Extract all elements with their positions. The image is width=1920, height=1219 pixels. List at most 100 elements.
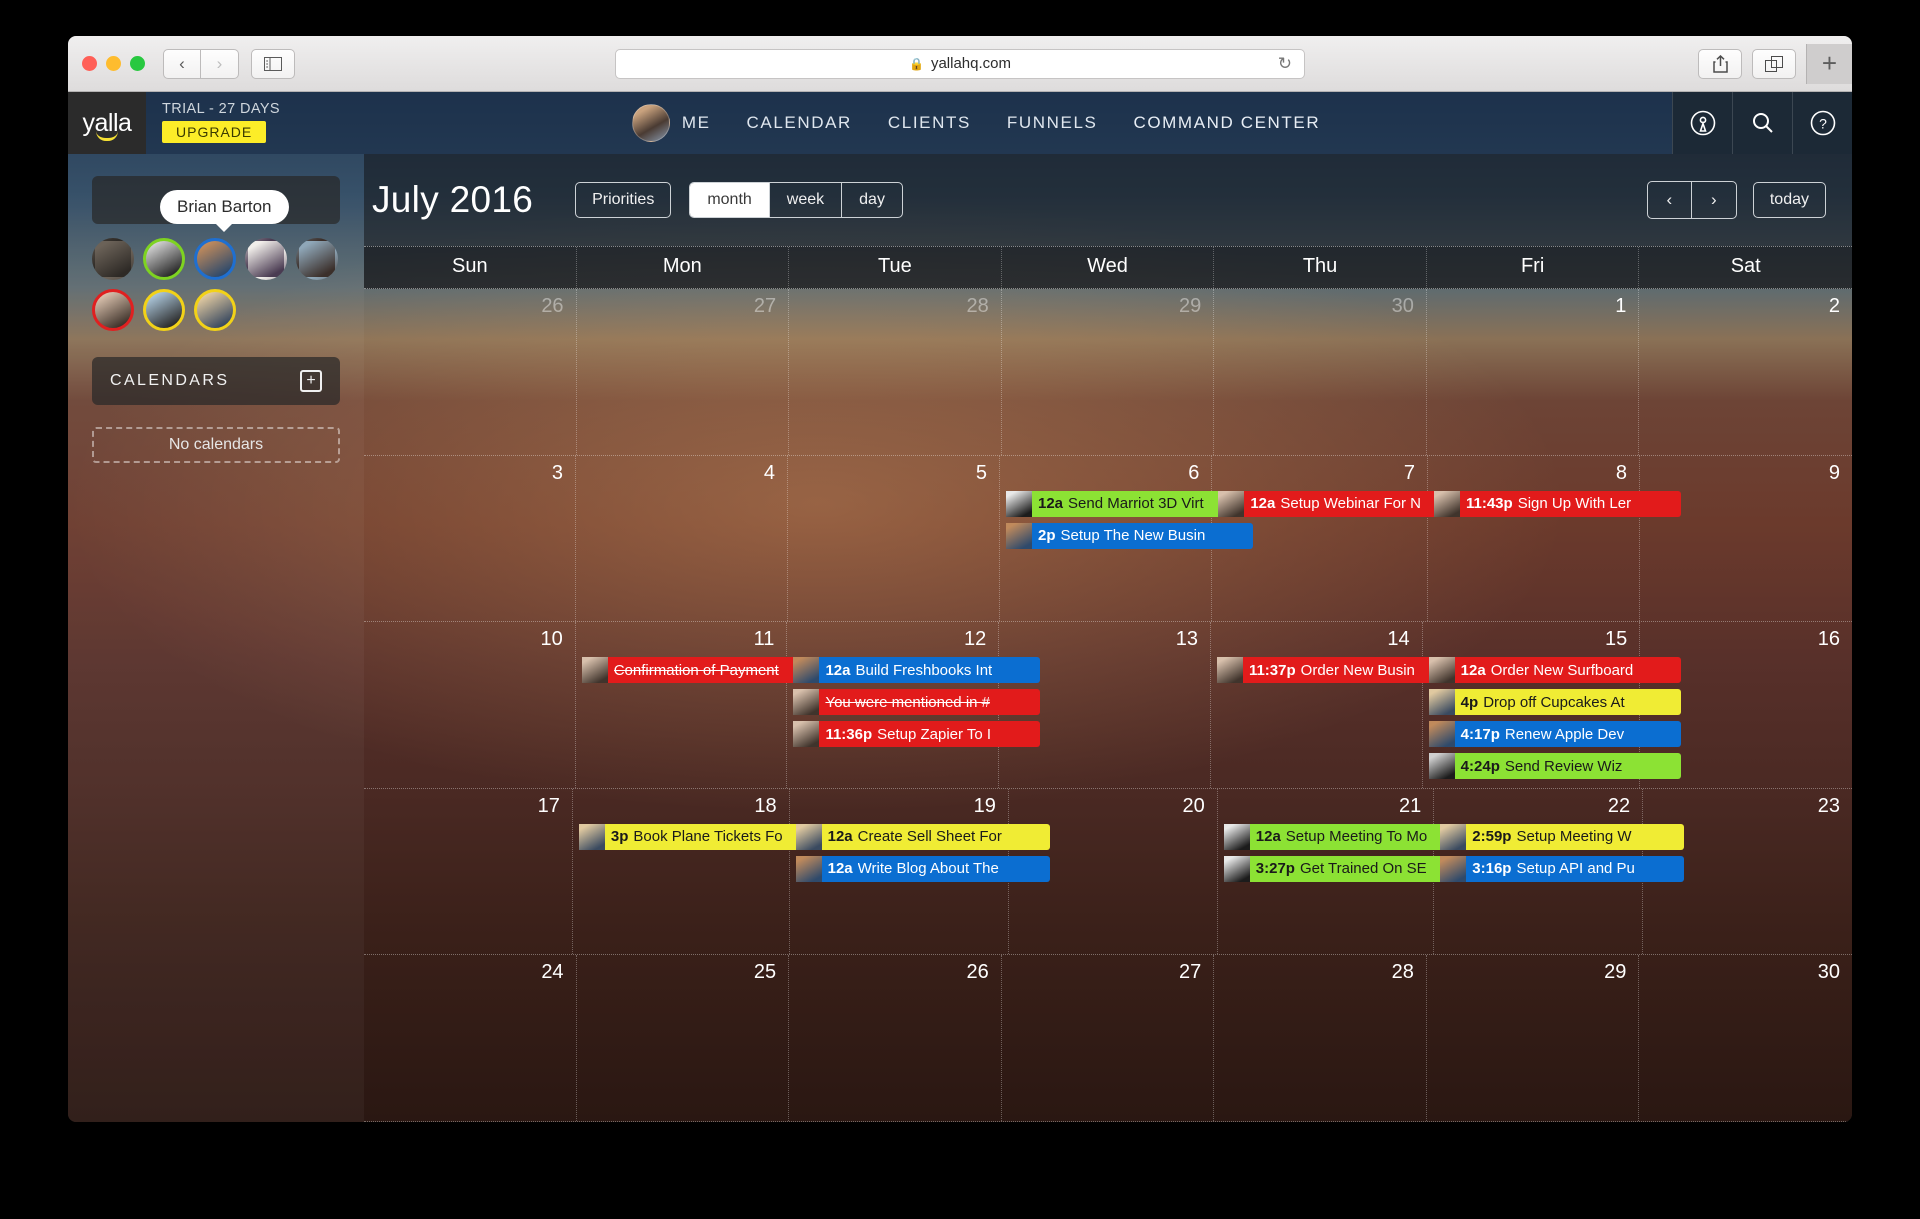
calendar-day-cell[interactable]: 19 12a Create Sell Sheet For 12a Write Blog … (790, 788, 1050, 955)
calendar-day-cell[interactable]: 8 11:43p Sign Up With Ler (1428, 455, 1681, 622)
nav-item-clients[interactable]: CLIENTS (888, 113, 971, 133)
calendar-day-cell[interactable]: 12 12a Build Freshbooks Int You were mentio… (787, 622, 1041, 788)
help-icon[interactable]: ? (1792, 92, 1852, 154)
calendar-day-cell[interactable]: 14 11:37p Order New Busin (1211, 622, 1464, 788)
day-name-mon: Mon (577, 247, 790, 288)
browser-nav-buttons: ‹ › (163, 48, 239, 79)
prev-month-icon[interactable]: ‹ (1648, 182, 1692, 218)
event-title: Create Sell Sheet For (857, 828, 1002, 846)
day-name-sat: Sat (1730, 255, 1761, 277)
day-number: 18 (754, 794, 777, 817)
event-title: You were mentioned in # (825, 693, 990, 711)
calendar-day-cell[interactable]: 20 (1009, 788, 1218, 955)
calendar-day-cell[interactable]: 13 (999, 622, 1211, 788)
nav-item-calendar[interactable]: CALENDAR (747, 113, 852, 133)
day-events: 2:59p Setup Meeting W 3:16p Setup API and P… (1434, 823, 1685, 882)
calendars-label: CALENDARS (110, 372, 230, 389)
event-avatar (1223, 823, 1250, 850)
team-avatar[interactable] (296, 238, 338, 280)
team-avatar[interactable] (245, 238, 287, 280)
plus-icon[interactable]: + (300, 370, 322, 392)
calendar-day-cell[interactable]: 30 (1214, 289, 1427, 455)
maximize-window-button[interactable] (130, 56, 145, 71)
event-title: Write Blog About The (857, 860, 999, 878)
event-title: Order New Busin (1300, 661, 1415, 679)
team-avatar[interactable] (194, 238, 236, 280)
nav-item-me[interactable]: ME (631, 104, 711, 142)
new-tab-button[interactable]: + (1806, 43, 1852, 84)
calendar-day-cell[interactable]: 10 (364, 622, 576, 788)
event-time: 11:36p (825, 725, 873, 743)
calendar-day-cell[interactable]: 21 12a Setup Meeting To Mo 3:27p Get Trained… (1218, 788, 1476, 955)
calendar-day-cell[interactable]: 26 (789, 955, 1002, 1121)
calendar-day-cell[interactable]: 2 (1639, 289, 1852, 455)
back-icon[interactable]: ‹ (163, 48, 201, 79)
priorities-button[interactable]: Priorities (575, 182, 672, 218)
calendar-day-cell[interactable]: 27 (1002, 955, 1215, 1121)
tab-month[interactable]: month (690, 183, 770, 217)
minimize-window-button[interactable] (106, 56, 121, 71)
calendar-day-cell[interactable]: 7 12a Setup Webinar For N (1212, 455, 1469, 622)
search-icon[interactable] (1732, 92, 1792, 154)
calendar-day-cell[interactable]: 1 (1427, 289, 1640, 455)
day-number: 14 (1387, 628, 1410, 651)
calendar-day-cell[interactable]: 23 (1643, 789, 1852, 955)
team-avatar[interactable] (92, 238, 134, 280)
event-title: Build Freshbooks Int (855, 661, 993, 679)
calendar-day-cell[interactable]: 26 (364, 289, 577, 455)
calendar-day-cell[interactable]: 15 12a Order New Surfboard 4p Drop off Cupca… (1423, 622, 1682, 788)
calendar-day-cell[interactable]: 28 (789, 289, 1002, 455)
address-bar[interactable]: 🔒 yallahq.com ↻ (615, 48, 1305, 79)
next-month-icon[interactable]: › (1692, 182, 1736, 218)
team-avatar[interactable] (92, 289, 134, 331)
yalla-logo[interactable]: yalla (68, 92, 146, 154)
day-number: 26 (541, 295, 564, 317)
team-avatar[interactable] (143, 289, 185, 331)
team-avatar[interactable] (194, 289, 236, 331)
event-title: Get Trained On SE (1299, 860, 1427, 878)
calendar-day-cell[interactable]: 3 (364, 455, 576, 622)
day-number: 20 (1182, 794, 1205, 817)
calendar-day-cell[interactable]: 18 3p Book Plane Tickets Fo (573, 788, 831, 955)
calendar-day-cell[interactable]: 11 Confirmation of Payment (576, 622, 829, 788)
calendar-day-cell[interactable]: 28 (1214, 955, 1427, 1121)
tab-day[interactable]: day (842, 183, 902, 217)
nav-item-funnels[interactable]: FUNNELS (1007, 113, 1098, 133)
calendar-day-cell[interactable]: 17 (364, 788, 573, 955)
calendar-day-cell[interactable]: 30 (1639, 955, 1852, 1121)
upgrade-button[interactable]: UPGRADE (162, 121, 267, 143)
show-tabs-icon[interactable] (1752, 48, 1796, 79)
event-title: Setup The New Busin (1060, 527, 1206, 545)
calendar-day-cell[interactable]: 5 (788, 455, 1000, 622)
event-title: Send Marriot 3D Virt (1068, 495, 1204, 513)
day-number: 7 (1403, 461, 1415, 484)
nav-item-command-center[interactable]: COMMAND CENTER (1133, 113, 1320, 133)
calendar-day-cell[interactable]: 29 (1002, 289, 1215, 455)
calendar-day-cell[interactable]: 9 (1640, 456, 1852, 622)
calendar-day-cell[interactable]: 16 (1640, 622, 1852, 788)
calendar-day-cell[interactable]: 27 (577, 289, 790, 455)
forward-icon[interactable]: › (201, 48, 239, 79)
lock-icon: 🔒 (909, 56, 924, 71)
close-window-button[interactable] (82, 56, 97, 71)
calendar-day-cell[interactable]: 29 (1427, 955, 1640, 1121)
calendar-day-cell[interactable]: 4 (576, 455, 788, 622)
day-number: 22 (1607, 794, 1631, 817)
calendar-day-cell[interactable]: 24 (364, 955, 577, 1121)
broadcast-icon[interactable] (1672, 92, 1732, 154)
day-number: 8 (1615, 461, 1627, 484)
calendar-day-cell[interactable]: 6 12a Send Marriot 3D Virt 2p Setup The New … (1000, 455, 1254, 622)
day-number: 2 (1828, 295, 1840, 317)
reload-icon[interactable]: ↻ (1278, 54, 1292, 74)
calendar-day-cell[interactable]: 22 2:59p Setup Meeting W 3:16p Setup API and… (1434, 788, 1685, 955)
tab-week[interactable]: week (770, 183, 843, 217)
share-icon[interactable] (1698, 48, 1742, 79)
team-avatar[interactable] (143, 238, 185, 280)
day-number: 11 (753, 628, 775, 651)
today-button[interactable]: today (1752, 182, 1826, 218)
event-time: 12a (825, 661, 851, 679)
sidebar-toggle-icon[interactable] (251, 48, 295, 79)
calendar-day-cell[interactable]: 25 (577, 955, 790, 1121)
event-avatar (795, 855, 822, 882)
avatar[interactable] (631, 104, 670, 142)
